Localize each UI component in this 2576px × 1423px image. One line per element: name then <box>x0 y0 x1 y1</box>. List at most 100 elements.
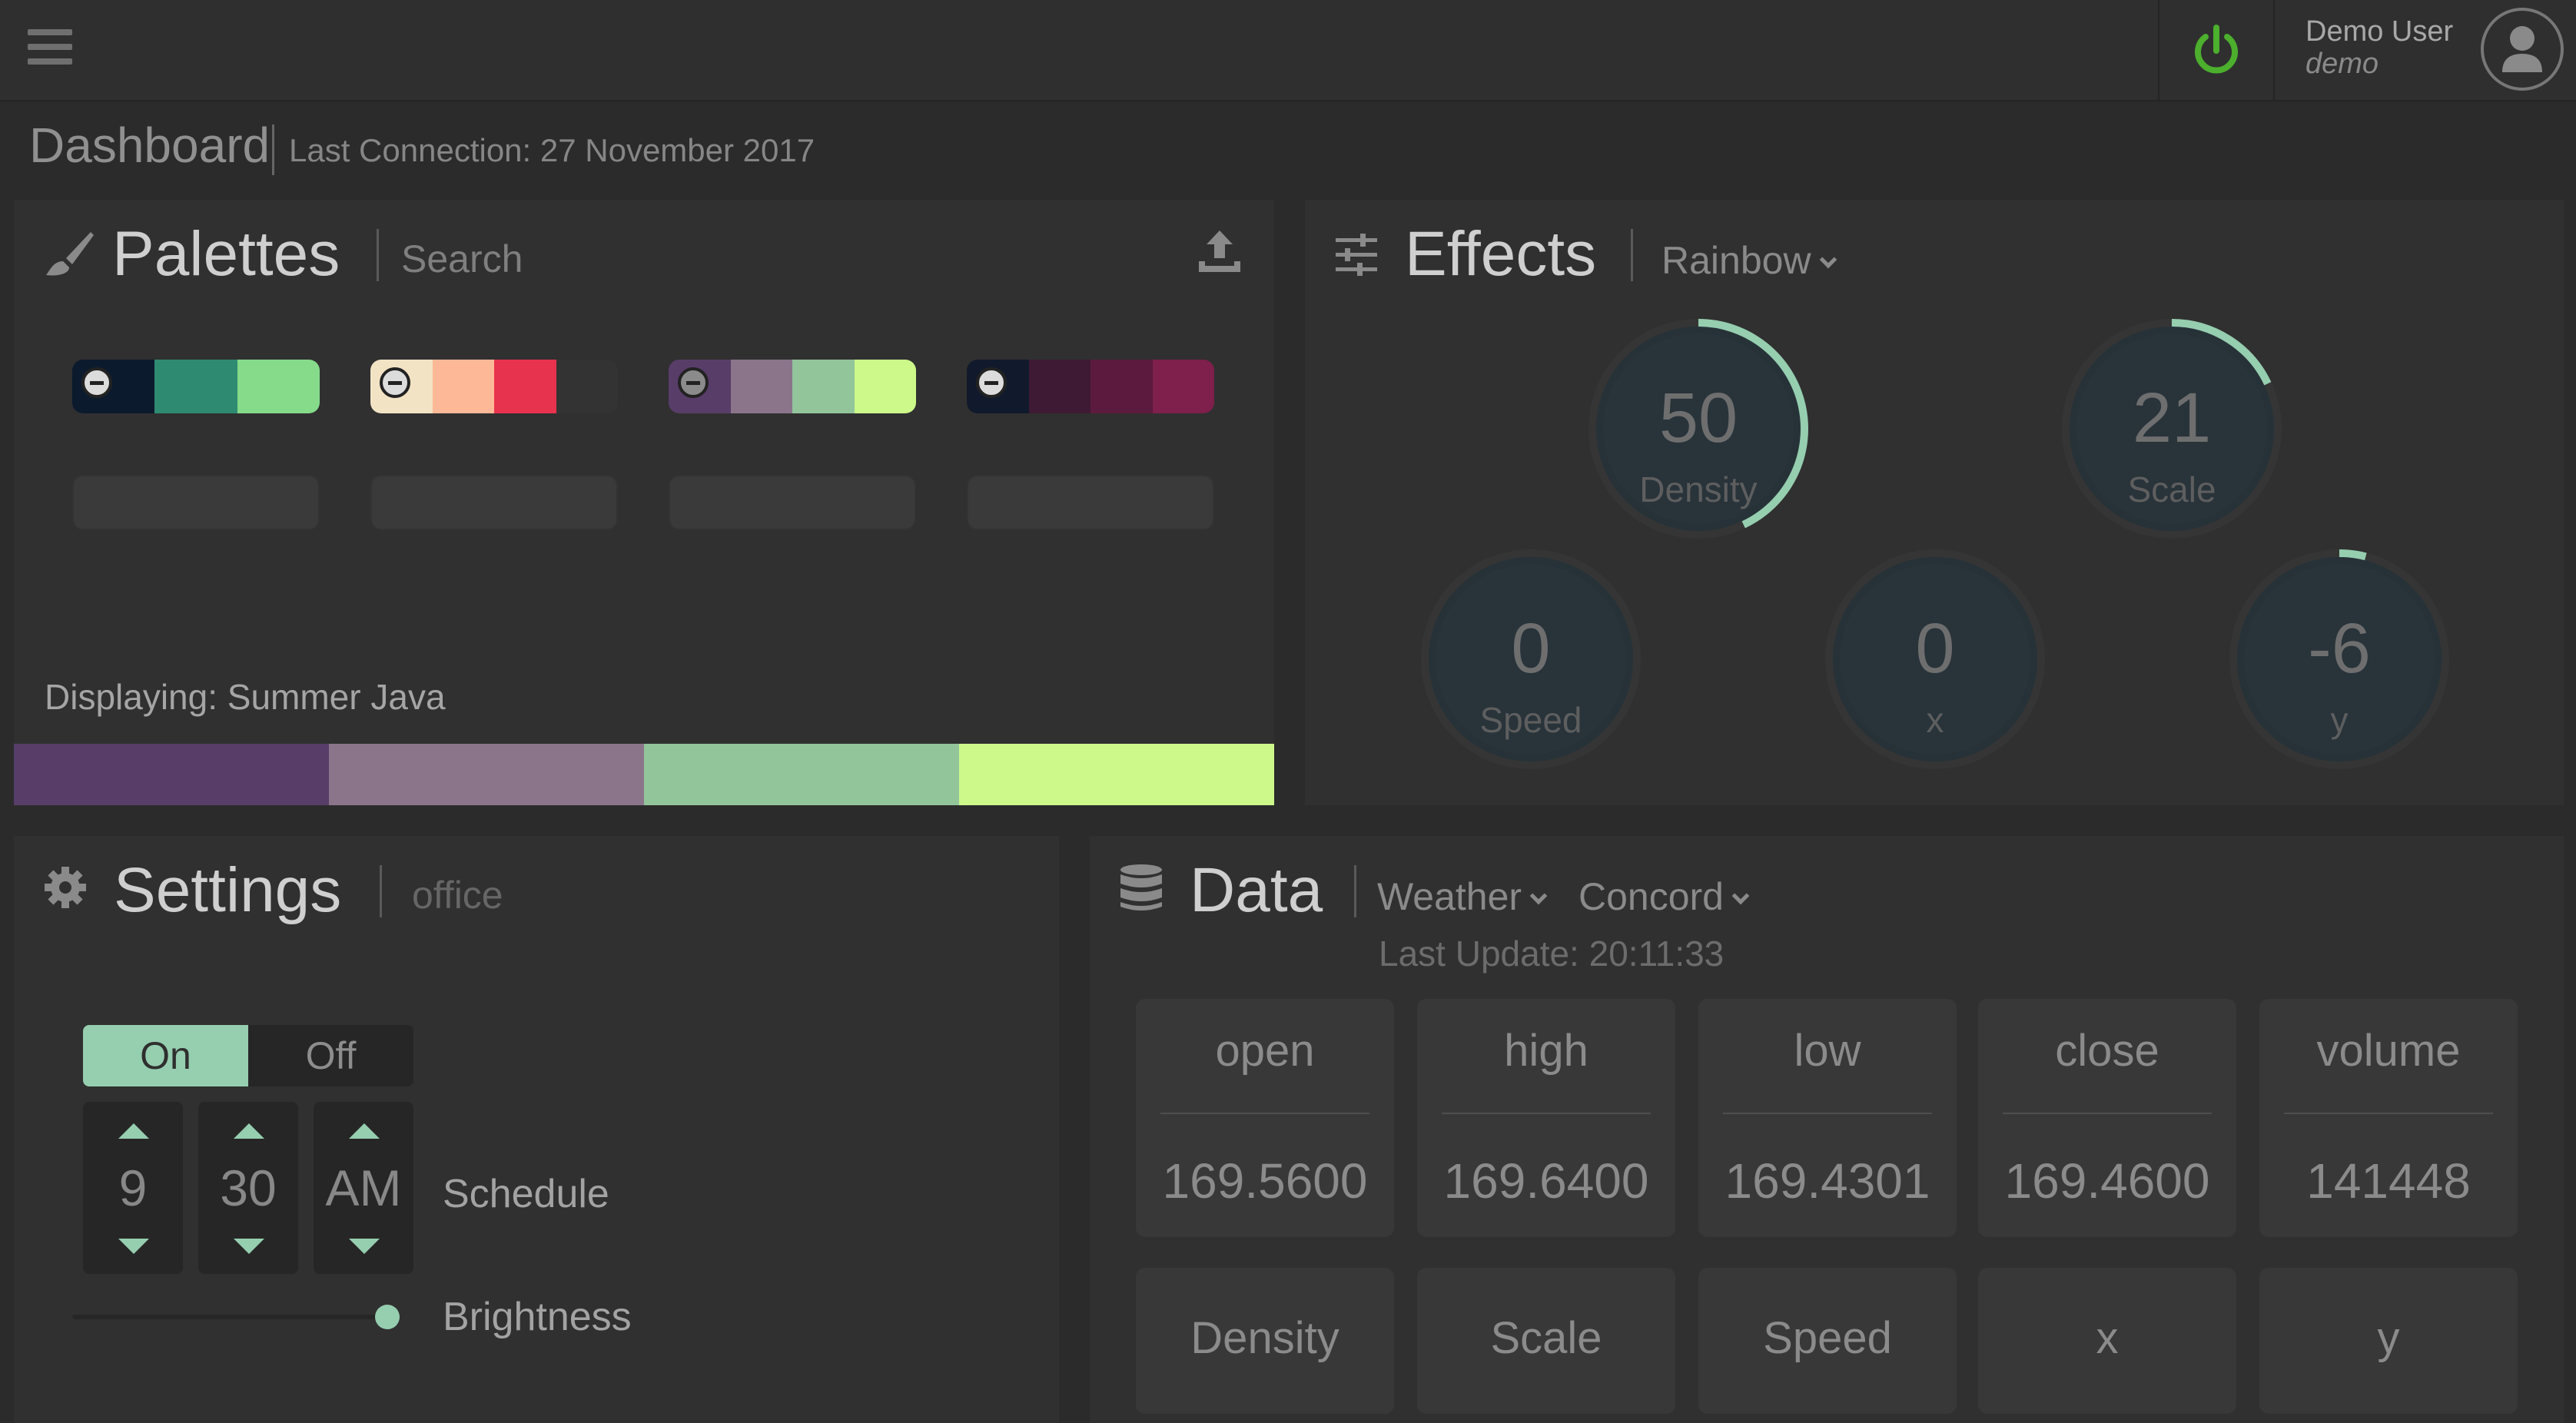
location-dropdown[interactable]: Concord <box>1578 874 1750 919</box>
button-label: Scale <box>1490 1313 1602 1363</box>
power-toggle: On Off <box>83 1025 413 1086</box>
palette-color <box>1152 360 1214 413</box>
palette-color <box>237 360 320 413</box>
user-login: demo <box>2305 48 2379 80</box>
data-card-key: low <box>1794 1026 1861 1076</box>
map-y-button[interactable]: y <box>2259 1268 2518 1414</box>
chevron-down-icon <box>1529 887 1548 905</box>
on-button[interactable]: On <box>83 1025 248 1086</box>
map-x-button[interactable]: x <box>1978 1268 2236 1414</box>
data-card-value: 141448 <box>2306 1153 2471 1209</box>
displaying-label: Displaying: Summer Java <box>45 677 446 717</box>
hour-value[interactable]: 9 <box>83 1159 183 1217</box>
empty-palette-slot[interactable] <box>967 475 1214 530</box>
ampm-value[interactable]: AM <box>314 1159 413 1217</box>
sliders-icon <box>1336 234 1377 276</box>
palette-color <box>154 360 237 413</box>
data-card-key: open <box>1215 1026 1315 1076</box>
data-source-dropdown[interactable]: Weather <box>1377 874 1548 919</box>
palette-color <box>959 744 1274 805</box>
hour-spinner: 9 <box>83 1102 183 1274</box>
palette-color <box>14 744 329 805</box>
data-card-open: open 169.5600 <box>1136 999 1394 1237</box>
knob-value: -6 <box>2308 609 2371 688</box>
knob-label: Density <box>1639 469 1758 509</box>
data-card-value: 169.5600 <box>1162 1153 1368 1209</box>
palette-color <box>1090 360 1153 413</box>
database-icon <box>1120 864 1162 911</box>
map-speed-button[interactable]: Speed <box>1698 1268 1957 1414</box>
button-label: y <box>2377 1313 2400 1363</box>
off-button[interactable]: Off <box>248 1025 413 1086</box>
data-card-key: high <box>1504 1026 1588 1076</box>
palette-color <box>792 360 855 413</box>
button-label: Density <box>1190 1313 1339 1363</box>
increment-hour-button[interactable] <box>118 1123 149 1139</box>
settings-title: Settings <box>114 855 342 925</box>
increment-ampm-button[interactable] <box>349 1123 380 1139</box>
divider <box>2003 1113 2212 1114</box>
palette-swatch[interactable] <box>370 360 618 413</box>
divider <box>377 229 379 281</box>
empty-palette-slot[interactable] <box>669 475 916 530</box>
increment-minute-button[interactable] <box>234 1123 264 1139</box>
button-label: Speed <box>1763 1313 1892 1363</box>
avatar-icon[interactable] <box>2481 8 2564 91</box>
upload-icon[interactable] <box>1196 227 1243 275</box>
data-card-low: low 169.4301 <box>1698 999 1957 1237</box>
page-title: Dashboard <box>29 118 271 173</box>
knob-label: Speed <box>1479 700 1582 740</box>
brightness-slider-handle[interactable] <box>375 1305 400 1329</box>
palette-swatch[interactable] <box>669 360 916 413</box>
map-scale-button[interactable]: Scale <box>1417 1268 1675 1414</box>
knob-value: 0 <box>1915 609 1955 688</box>
decrement-minute-button[interactable] <box>234 1239 264 1254</box>
palette-color <box>432 360 494 413</box>
palette-color <box>644 744 959 805</box>
divider <box>2273 0 2275 101</box>
menu-icon[interactable] <box>28 29 72 65</box>
power-icon[interactable] <box>2183 17 2250 85</box>
data-source-value: Weather <box>1377 875 1522 918</box>
palette-color <box>494 360 556 413</box>
remove-palette-icon[interactable] <box>976 367 1007 398</box>
remove-palette-icon[interactable] <box>678 367 709 398</box>
empty-palette-slot[interactable] <box>72 475 320 530</box>
palette-search-input[interactable]: Search <box>401 237 523 281</box>
empty-palette-slot[interactable] <box>370 475 618 530</box>
decrement-ampm-button[interactable] <box>349 1239 380 1254</box>
ampm-spinner: AM <box>314 1102 413 1274</box>
button-label: x <box>2096 1313 2119 1363</box>
data-title: Data <box>1190 855 1323 925</box>
map-density-button[interactable]: Density <box>1136 1268 1394 1414</box>
knob-label: Scale <box>2127 469 2216 509</box>
divider <box>380 865 382 917</box>
effect-dropdown[interactable]: Rainbow <box>1661 238 1837 283</box>
user-name: Demo User <box>2305 15 2454 48</box>
palette-swatch[interactable] <box>72 360 320 413</box>
data-card-value: 169.6400 <box>1443 1153 1649 1209</box>
decrement-hour-button[interactable] <box>118 1239 149 1254</box>
remove-palette-icon[interactable] <box>380 367 410 398</box>
palette-swatch[interactable] <box>967 360 1214 413</box>
divider <box>1723 1113 1932 1114</box>
schedule-label: Schedule <box>443 1172 609 1216</box>
knob-value: 50 <box>1658 379 1738 457</box>
divider <box>2158 0 2159 101</box>
knob-value: 0 <box>1511 609 1551 688</box>
minute-value[interactable]: 30 <box>198 1159 298 1217</box>
divider <box>1631 229 1633 281</box>
remove-palette-icon[interactable] <box>81 367 112 398</box>
displayed-palette-bar <box>14 744 1274 805</box>
palette-color <box>730 360 792 413</box>
data-card-high: high 169.6400 <box>1417 999 1675 1237</box>
brightness-slider[interactable] <box>72 1315 389 1319</box>
effects-title: Effects <box>1405 219 1597 289</box>
palettes-title: Palettes <box>112 219 340 289</box>
data-card-volume: volume 141448 <box>2259 999 2518 1237</box>
data-card-key: close <box>2055 1026 2159 1076</box>
knob-label: y <box>2330 700 2349 740</box>
chevron-down-icon <box>1819 250 1837 269</box>
data-card-close: close 169.4600 <box>1978 999 2236 1237</box>
divider <box>272 124 274 175</box>
